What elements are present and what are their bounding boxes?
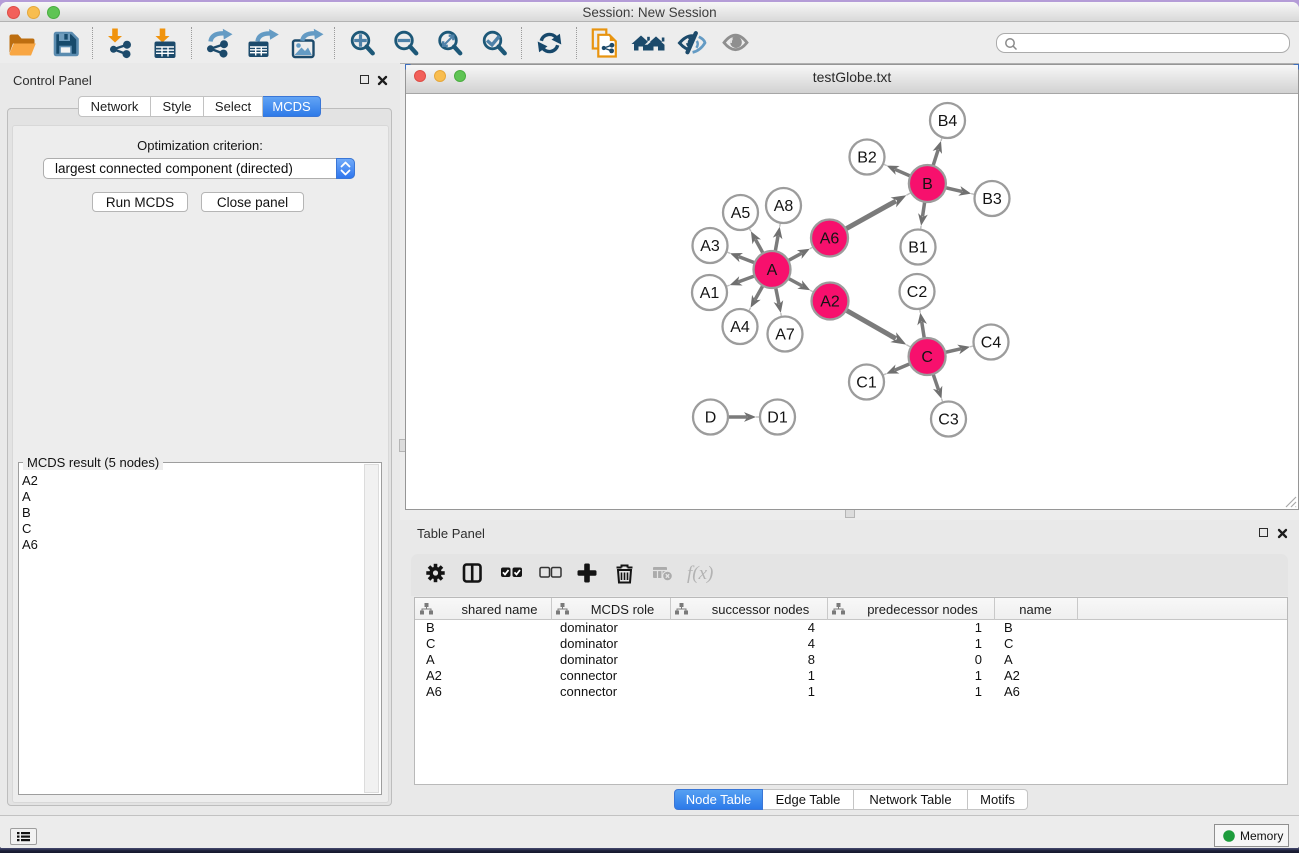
svg-text:C4: C4 [981, 335, 1002, 352]
svg-text:A3: A3 [700, 238, 720, 255]
svg-text:B: B [922, 176, 933, 193]
svg-text:A5: A5 [731, 205, 751, 222]
svg-text:A6: A6 [820, 231, 840, 248]
svg-text:C1: C1 [856, 375, 877, 392]
svg-text:C3: C3 [938, 412, 959, 429]
svg-text:D: D [705, 410, 717, 427]
svg-text:A2: A2 [820, 294, 840, 311]
svg-text:A8: A8 [774, 198, 794, 215]
svg-text:B4: B4 [938, 113, 958, 130]
svg-text:A4: A4 [730, 319, 750, 336]
svg-text:A7: A7 [775, 327, 795, 344]
svg-text:B1: B1 [908, 240, 928, 257]
svg-text:A1: A1 [700, 285, 720, 302]
svg-text:f(x): f(x) [687, 563, 713, 584]
svg-text:C2: C2 [907, 284, 928, 301]
svg-text:B2: B2 [857, 150, 877, 167]
svg-text:A: A [767, 262, 778, 279]
svg-text:B3: B3 [982, 191, 1002, 208]
svg-text:C: C [921, 349, 933, 366]
svg-text:D1: D1 [767, 410, 788, 427]
